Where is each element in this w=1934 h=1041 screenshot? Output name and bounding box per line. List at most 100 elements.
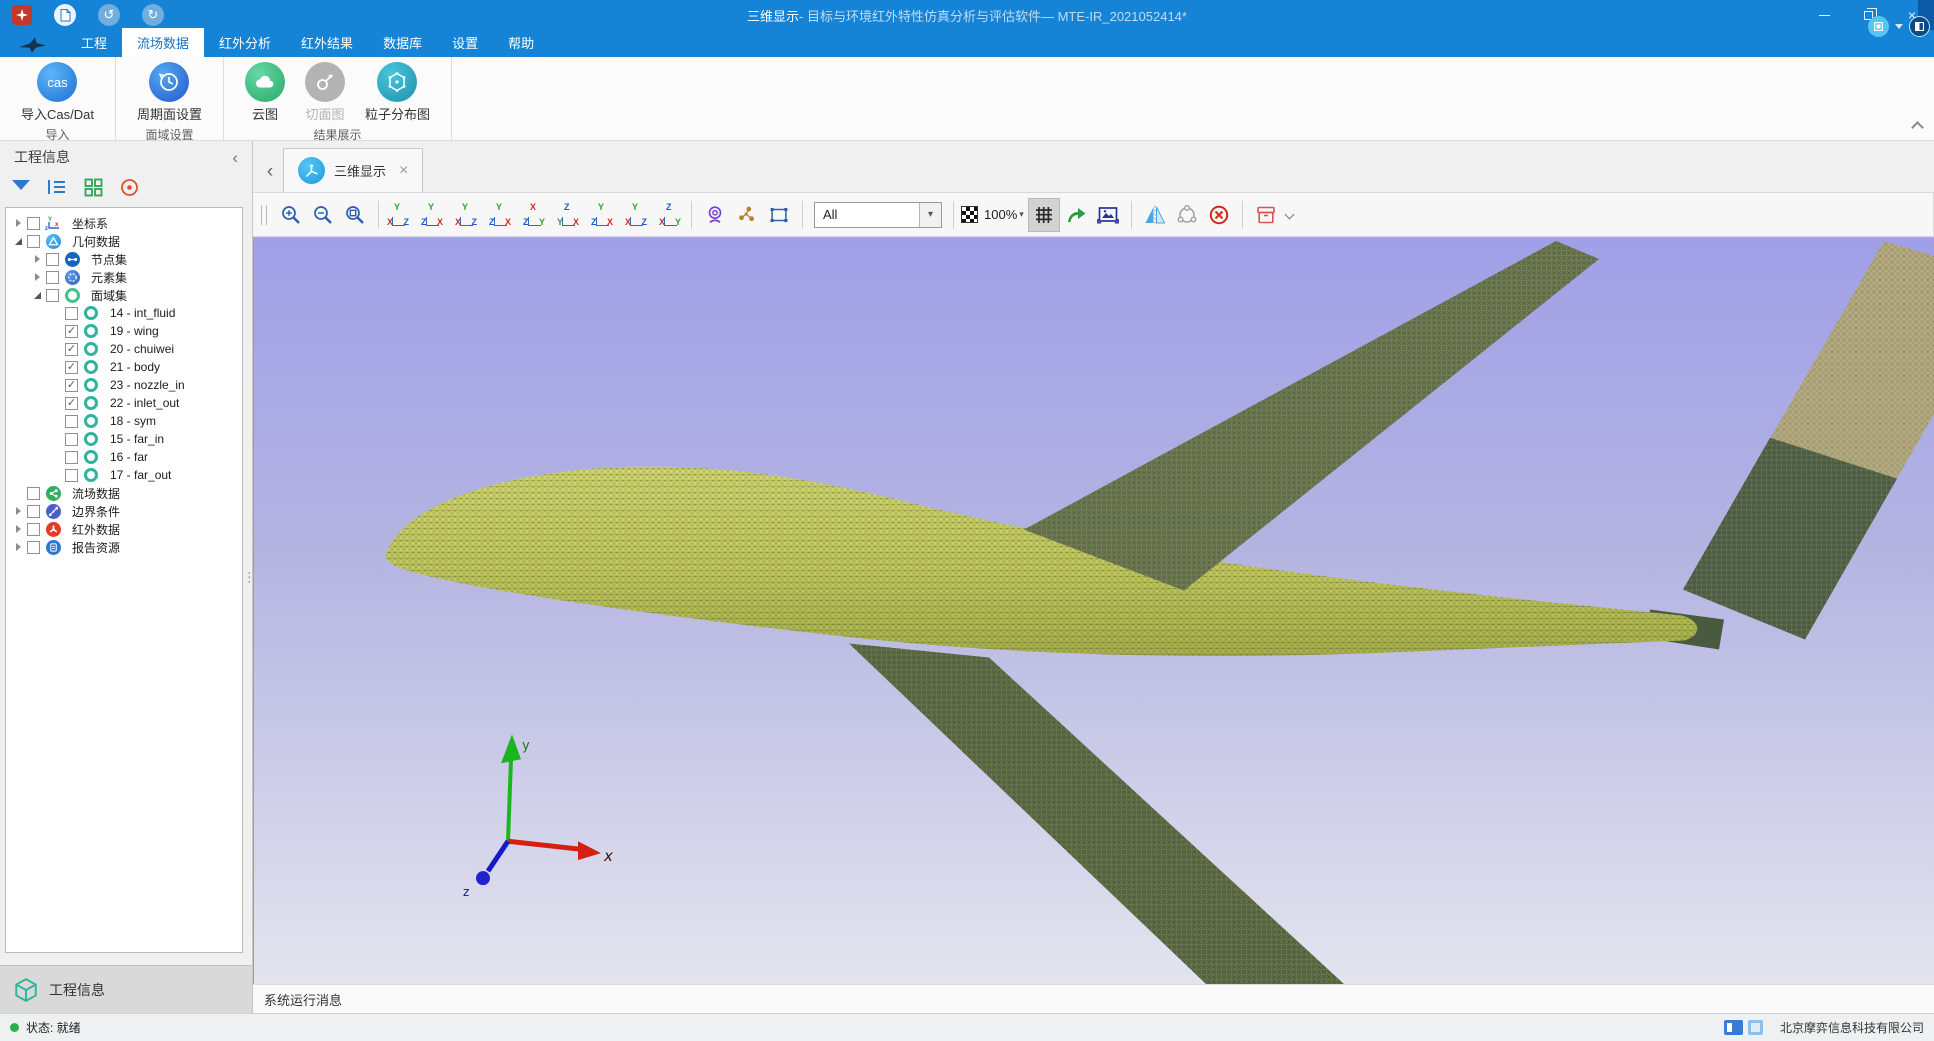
- tree-row-1[interactable]: 几何数据: [6, 232, 242, 250]
- tree-checkbox[interactable]: [27, 541, 40, 554]
- new-document-icon[interactable]: [54, 4, 76, 26]
- redo-icon[interactable]: ↻: [142, 4, 164, 26]
- splitter-handle[interactable]: ⋮: [243, 571, 256, 582]
- tree-checkbox[interactable]: [65, 307, 78, 320]
- view-iso-3-icon[interactable]: ZXY: [658, 202, 684, 228]
- tree-checkbox[interactable]: ✓: [65, 361, 78, 374]
- view-bottom-icon[interactable]: ZYX: [556, 202, 582, 228]
- tree-checkbox[interactable]: [65, 469, 78, 482]
- tree-expander-icon[interactable]: [31, 292, 44, 299]
- snapshot-icon[interactable]: [1092, 198, 1124, 232]
- zoom-in-icon[interactable]: [275, 198, 307, 232]
- tree-checkbox[interactable]: [46, 289, 59, 302]
- tree-row-8[interactable]: ✓21 - body: [6, 358, 242, 376]
- combobox-dropdown-icon[interactable]: ▾: [919, 203, 941, 227]
- view-iso-1-icon[interactable]: YZX: [590, 202, 616, 228]
- tree-checkbox[interactable]: [65, 451, 78, 464]
- delete-icon[interactable]: [1203, 198, 1235, 232]
- view-iso-2-icon[interactable]: YXZ: [624, 202, 650, 228]
- zoom-out-icon[interactable]: [307, 198, 339, 232]
- tree-row-5[interactable]: 14 - int_fluid: [6, 304, 242, 322]
- select-box-icon[interactable]: [763, 198, 795, 232]
- tree-row-14[interactable]: 17 - far_out: [6, 466, 242, 484]
- tree-checkbox[interactable]: [27, 217, 40, 230]
- menu-tab-3[interactable]: 红外结果: [286, 28, 368, 57]
- filter-icon[interactable]: [8, 175, 34, 199]
- outline-icon[interactable]: [44, 175, 70, 199]
- zoom-dropdown-icon[interactable]: ▾: [1019, 209, 1024, 220]
- tree-row-15[interactable]: 流场数据: [6, 484, 242, 502]
- tree-row-9[interactable]: ✓23 - nozzle_in: [6, 376, 242, 394]
- tree-row-3[interactable]: 元素集: [6, 268, 242, 286]
- ribbon-button-2-0[interactable]: 云图: [238, 62, 292, 123]
- tree-checkbox[interactable]: ✓: [65, 379, 78, 392]
- export-arrow-icon[interactable]: [1060, 198, 1092, 232]
- menu-tab-6[interactable]: 帮助: [493, 28, 549, 57]
- tree-row-13[interactable]: 16 - far: [6, 448, 242, 466]
- menu-tab-4[interactable]: 数据库: [368, 28, 437, 57]
- tree-checkbox[interactable]: [65, 415, 78, 428]
- sidebar-collapse-icon[interactable]: ‹: [232, 149, 238, 166]
- circle-nodes-icon[interactable]: [1171, 198, 1203, 232]
- view-front-icon[interactable]: YXZ: [386, 202, 412, 228]
- tree-expander-icon[interactable]: [12, 507, 25, 515]
- tree-row-10[interactable]: ✓22 - inlet_out: [6, 394, 242, 412]
- view-left-icon[interactable]: YXZ: [454, 202, 480, 228]
- tab-scroll-left-icon[interactable]: ‹: [257, 152, 283, 192]
- surface-filter-combobox[interactable]: All ▾: [814, 202, 942, 228]
- tree-expander-icon[interactable]: [12, 219, 25, 227]
- tab-close-icon[interactable]: ×: [399, 163, 408, 179]
- ribbon-collapse-icon[interactable]: [1911, 121, 1924, 134]
- tree-expander-icon[interactable]: [12, 238, 25, 245]
- package-icon[interactable]: [1250, 198, 1282, 232]
- target-icon[interactable]: [116, 175, 142, 199]
- tree-row-16[interactable]: 边界条件: [6, 502, 242, 520]
- menu-tab-2[interactable]: 红外分析: [204, 28, 286, 57]
- viewport-3d[interactable]: x y z: [253, 237, 1934, 984]
- ribbon-button-0-0[interactable]: cas导入Cas/Dat: [14, 62, 101, 123]
- menu-tab-1[interactable]: 流场数据: [122, 28, 204, 57]
- tree-row-17[interactable]: 红外数据: [6, 520, 242, 538]
- ribbon-button-2-2[interactable]: 粒子分布图: [358, 62, 437, 123]
- tree-checkbox[interactable]: [27, 487, 40, 500]
- particles-icon[interactable]: [731, 198, 763, 232]
- ribbon-button-1-0[interactable]: 周期面设置: [130, 62, 209, 123]
- tree-checkbox[interactable]: [46, 271, 59, 284]
- tree-checkbox[interactable]: [65, 433, 78, 446]
- tree-checkbox[interactable]: [27, 235, 40, 248]
- tree-row-6[interactable]: ✓19 - wing: [6, 322, 242, 340]
- zoom-fit-icon[interactable]: [339, 198, 371, 232]
- tree-checkbox[interactable]: [46, 253, 59, 266]
- tree-row-7[interactable]: ✓20 - chuiwei: [6, 340, 242, 358]
- toolbar-drag-handle[interactable]: [261, 205, 267, 225]
- menu-tab-5[interactable]: 设置: [437, 28, 493, 57]
- tree-expander-icon[interactable]: [31, 255, 44, 263]
- camera-icon[interactable]: [699, 198, 731, 232]
- mesh-grid-icon[interactable]: [1028, 198, 1060, 232]
- theme-button[interactable]: [1909, 16, 1930, 37]
- view-top-icon[interactable]: XZY: [522, 202, 548, 228]
- tree-expander-icon[interactable]: [31, 273, 44, 281]
- menu-tab-0[interactable]: 工程: [66, 28, 122, 57]
- tree-expander-icon[interactable]: [12, 543, 25, 551]
- tree-row-18[interactable]: 报告资源: [6, 538, 242, 556]
- grid-icon[interactable]: [80, 175, 106, 199]
- minimize-button[interactable]: [1802, 0, 1846, 30]
- tree-row-0[interactable]: Yzx坐标系: [6, 214, 242, 232]
- tree-row-4[interactable]: 面域集: [6, 286, 242, 304]
- tab-3d-view[interactable]: 三维显示 ×: [283, 148, 423, 192]
- layout-panel-icon[interactable]: [1724, 1020, 1743, 1035]
- app-icon[interactable]: [12, 5, 32, 25]
- sidebar-bottom-tab[interactable]: 工程信息: [0, 965, 252, 1013]
- tree-checkbox[interactable]: ✓: [65, 325, 78, 338]
- package-dropdown-icon[interactable]: [1284, 210, 1294, 220]
- tree-row-11[interactable]: 18 - sym: [6, 412, 242, 430]
- undo-icon[interactable]: ↺: [98, 4, 120, 26]
- tree-checkbox[interactable]: [27, 523, 40, 536]
- style-dropdown-icon[interactable]: [1895, 24, 1903, 29]
- transparency-checker-icon[interactable]: [961, 206, 978, 223]
- tree-expander-icon[interactable]: [12, 525, 25, 533]
- tree-checkbox[interactable]: ✓: [65, 397, 78, 410]
- view-right-icon[interactable]: YZX: [488, 202, 514, 228]
- style-button[interactable]: [1868, 16, 1889, 37]
